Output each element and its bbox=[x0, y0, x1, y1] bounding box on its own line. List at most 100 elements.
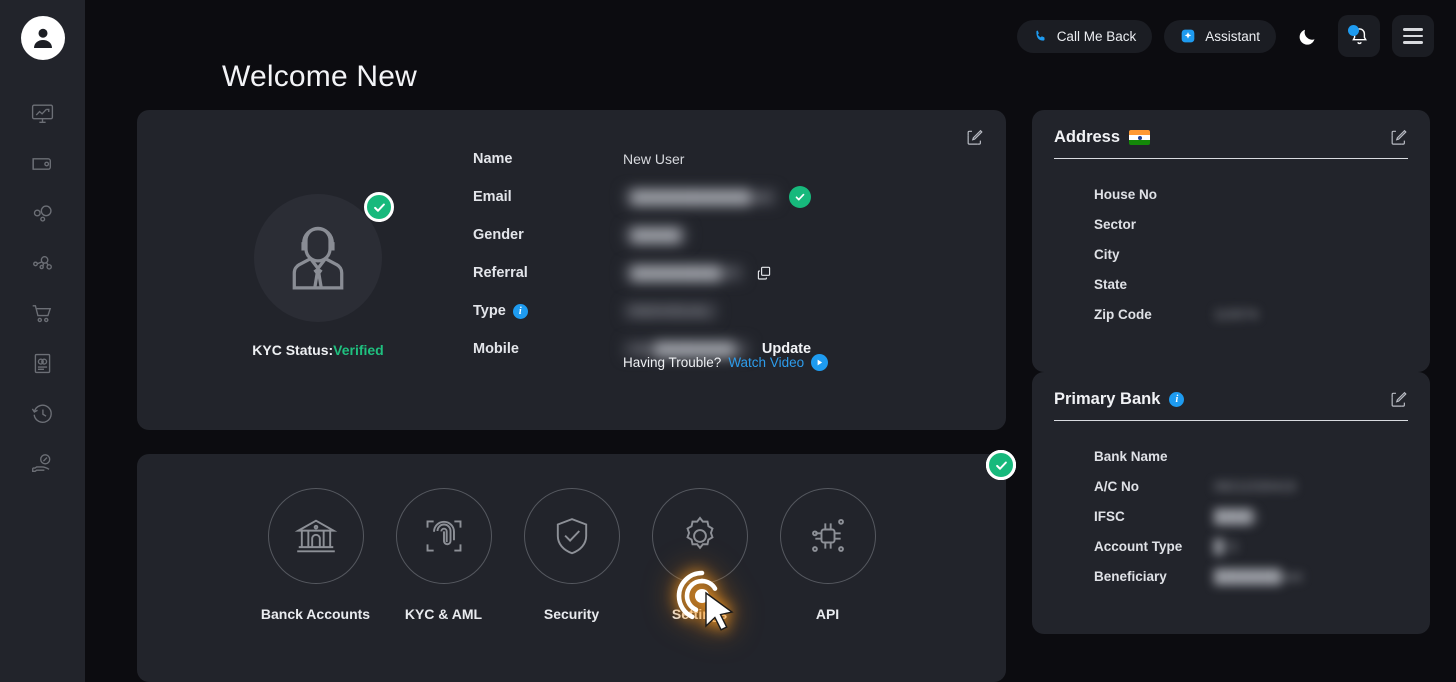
sidebar-item-dashboard[interactable] bbox=[17, 96, 69, 130]
divider bbox=[1054, 420, 1408, 421]
field-row-gender: Gender █████ bbox=[473, 216, 980, 254]
tile-circle bbox=[267, 488, 364, 584]
notifications-button[interactable] bbox=[1338, 15, 1380, 57]
sidebar bbox=[0, 0, 85, 682]
avatar bbox=[254, 192, 394, 322]
menu-button[interactable] bbox=[1392, 15, 1434, 57]
tile-settings[interactable]: Settings bbox=[636, 488, 764, 622]
address-row-zip-code: Zip Code 110074 bbox=[1054, 299, 1408, 329]
field-row-type: Type i INDIVIDUAL bbox=[473, 292, 980, 330]
tile-api[interactable]: API bbox=[764, 488, 892, 622]
row-value: 110074 bbox=[1214, 306, 1259, 322]
wallet-icon bbox=[32, 157, 51, 170]
primary-bank-card: Primary Bank i Bank Name A/C No 08211530… bbox=[1032, 372, 1430, 634]
field-value: █████ bbox=[623, 226, 689, 244]
quick-links-row: Banck Accounts KYC & AML Security Settin… bbox=[157, 450, 1016, 622]
sidebar-item-payouts[interactable] bbox=[17, 196, 69, 230]
tile-label: Banck Accounts bbox=[260, 606, 371, 622]
row-label: Zip Code bbox=[1094, 306, 1152, 322]
email-verified-icon bbox=[789, 186, 812, 208]
kyc-status-value: Verified bbox=[333, 342, 384, 358]
page-title: Welcome New bbox=[222, 60, 418, 93]
quick-links-card: Banck Accounts KYC & AML Security Settin… bbox=[137, 450, 1016, 682]
profile-card: KYC Status:Verified Name New User Email … bbox=[137, 110, 1006, 430]
assistant-label: Assistant bbox=[1205, 28, 1260, 44]
tile-bank-accounts[interactable]: Banck Accounts bbox=[252, 450, 1016, 622]
row-label: House No bbox=[1094, 186, 1158, 202]
bank-title-text: Primary Bank bbox=[1054, 390, 1161, 408]
tile-circle bbox=[651, 488, 748, 584]
field-value: New User bbox=[623, 151, 685, 167]
network-share-icon bbox=[33, 255, 52, 270]
address-row-house-no: House No bbox=[1054, 179, 1408, 209]
bank-edit-button[interactable] bbox=[1389, 390, 1408, 409]
sidebar-item-statements[interactable] bbox=[17, 346, 69, 380]
tile-circle bbox=[779, 488, 876, 584]
field-row-email: Email ████████████om bbox=[473, 178, 980, 216]
document-money-icon bbox=[34, 353, 51, 373]
tile-security[interactable]: Security bbox=[508, 450, 1016, 622]
avatar-section: KYC Status:Verified bbox=[163, 132, 473, 408]
sidebar-item-wallet[interactable] bbox=[17, 146, 69, 180]
profile-fields: Name New User Email ████████████om Gende… bbox=[473, 132, 980, 408]
field-label: Name bbox=[473, 151, 513, 167]
tile-circle bbox=[395, 488, 492, 584]
row-label: Account Type bbox=[1094, 538, 1183, 554]
user-portrait-icon bbox=[292, 226, 344, 290]
field-label: Mobile bbox=[473, 341, 519, 357]
referral-copy-button[interactable] bbox=[756, 265, 772, 281]
call-me-back-label: Call Me Back bbox=[1056, 28, 1137, 44]
tile-kyc-aml[interactable]: KYC & AML bbox=[380, 450, 1016, 622]
shield-check-icon bbox=[556, 518, 587, 555]
row-label: Bank Name bbox=[1094, 448, 1168, 464]
check-icon bbox=[995, 461, 1007, 470]
row-value: █ G bbox=[1214, 538, 1238, 554]
field-label: Gender bbox=[473, 227, 524, 243]
field-value: ████████████om bbox=[623, 188, 778, 206]
kyc-status: KYC Status:Verified bbox=[252, 342, 384, 358]
trouble-text: Having Trouble? bbox=[623, 355, 722, 370]
check-icon bbox=[373, 203, 385, 212]
address-edit-button[interactable] bbox=[1389, 128, 1408, 147]
field-label: Referral bbox=[473, 265, 528, 281]
row-label: Sector bbox=[1094, 216, 1137, 232]
india-flag-icon bbox=[1129, 130, 1151, 145]
brand-logo[interactable] bbox=[20, 16, 65, 60]
bank-row-account-type: Account Type █ G bbox=[1054, 531, 1408, 561]
sidebar-item-offers[interactable] bbox=[17, 446, 69, 480]
sidebar-item-orders[interactable] bbox=[17, 296, 69, 330]
theme-toggle-button[interactable] bbox=[1288, 17, 1326, 55]
play-video-button[interactable] bbox=[811, 354, 829, 371]
type-info-icon[interactable]: i bbox=[512, 303, 528, 319]
dashboard-monitor-icon bbox=[31, 103, 54, 123]
sidebar-item-network[interactable] bbox=[17, 246, 69, 280]
bank-row-bank-name: Bank Name bbox=[1054, 441, 1408, 471]
kyc-status-label: KYC Status: bbox=[252, 342, 334, 358]
bank-row-ifsc: IFSC ████1 bbox=[1054, 501, 1408, 531]
left-column: KYC Status:Verified Name New User Email … bbox=[137, 110, 1016, 682]
call-me-back-button[interactable]: Call Me Back bbox=[1016, 19, 1153, 53]
field-value: INDIVIDUAL bbox=[623, 302, 718, 320]
gear-icon bbox=[685, 516, 714, 550]
bank-info-icon[interactable]: i bbox=[1169, 392, 1185, 407]
check-icon bbox=[796, 193, 805, 201]
row-label: A/C No bbox=[1094, 478, 1139, 494]
tile-circle bbox=[523, 488, 620, 584]
field-row-referral: Referral █████████27 bbox=[473, 254, 980, 292]
watch-video-link[interactable]: Watch Video bbox=[728, 355, 804, 370]
assistant-button[interactable]: Assistant bbox=[1164, 19, 1276, 53]
hamburger-menu-icon bbox=[1403, 28, 1423, 44]
address-card-title: Address bbox=[1054, 128, 1408, 147]
divider bbox=[1054, 158, 1408, 159]
right-column: Address House No Sector City State Zip C… bbox=[1032, 110, 1430, 682]
tile-label: Security bbox=[543, 606, 600, 622]
watch-video-row: Having Trouble? Watch Video bbox=[623, 354, 829, 371]
tile-label: KYC & AML bbox=[404, 606, 483, 622]
bubbles-icon bbox=[33, 204, 52, 222]
edit-pencil-icon bbox=[1391, 391, 1407, 407]
field-label-with-info: Type i bbox=[473, 303, 623, 319]
row-label: State bbox=[1094, 276, 1128, 292]
field-label: Email bbox=[473, 189, 512, 205]
copy-icon bbox=[757, 266, 771, 280]
sidebar-item-history[interactable] bbox=[17, 396, 69, 430]
